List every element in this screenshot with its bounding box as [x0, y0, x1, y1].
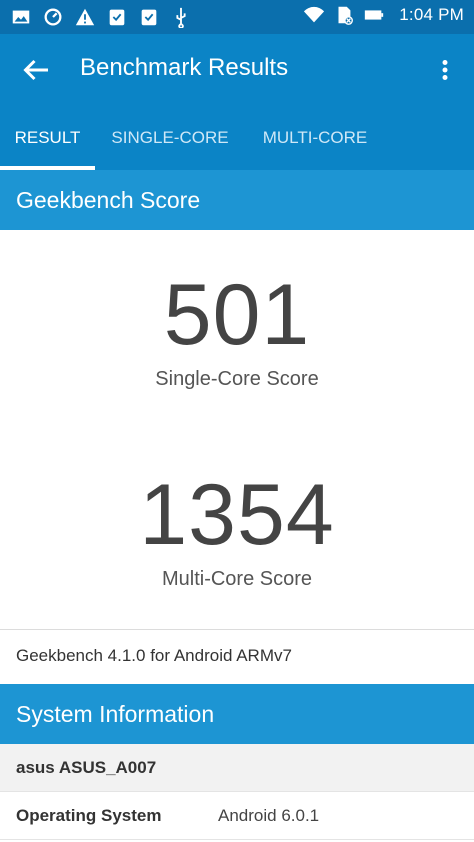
geekbench-version: Geekbench 4.1.0 for Android ARMv7: [16, 646, 292, 665]
warning-icon: [74, 6, 96, 28]
tab-bar: RESULT SINGLE-CORE MULTI-CORE: [0, 106, 474, 170]
device-name-row: asus ASUS_A007: [0, 744, 474, 792]
app-bar: Benchmark Results: [0, 34, 474, 106]
single-core-score: 501: [163, 267, 311, 363]
notification-icons: [10, 6, 192, 28]
multi-core-score-block: 1354 Multi-Core Score: [0, 472, 474, 591]
overflow-menu-button[interactable]: [430, 52, 460, 88]
clock: 1:04 PM: [399, 5, 464, 24]
usb-icon: [170, 6, 192, 28]
clipboard-check-icon: [138, 6, 160, 28]
device-name: asus ASUS_A007: [16, 757, 157, 777]
geekbench-score-header: Geekbench Score: [0, 170, 474, 230]
clipboard-check-icon: [106, 6, 128, 28]
system-information-header: System Information: [0, 684, 474, 744]
sync-icon: [42, 6, 64, 28]
tab-result[interactable]: RESULT: [0, 106, 95, 170]
info-row-key: Operating System: [16, 805, 162, 825]
back-button[interactable]: [18, 52, 54, 88]
arrow-left-icon: [23, 59, 48, 81]
multi-core-score-label: Multi-Core Score: [161, 568, 313, 590]
image-icon: [10, 6, 32, 28]
divider: [0, 629, 474, 630]
page-title: Benchmark Results: [80, 54, 289, 81]
status-bar: 1:04 PM: [0, 0, 474, 34]
info-row-value: Android 6.0.1: [218, 805, 320, 825]
info-row-operating-system: Operating System Android 6.0.1: [0, 792, 474, 840]
wifi-icon: [303, 4, 325, 26]
system-icons: 1:04 PM: [303, 4, 464, 26]
more-vert-icon: [442, 60, 448, 80]
single-core-score-block: 501 Single-Core Score: [0, 272, 474, 391]
tab-multi-core[interactable]: MULTI-CORE: [245, 106, 385, 170]
tab-single-core[interactable]: SINGLE-CORE: [95, 106, 245, 170]
multi-core-score: 1354: [139, 467, 335, 563]
battery-icon: [363, 4, 385, 26]
single-core-score-label: Single-Core Score: [155, 368, 319, 390]
no-sim-icon: [333, 4, 355, 26]
